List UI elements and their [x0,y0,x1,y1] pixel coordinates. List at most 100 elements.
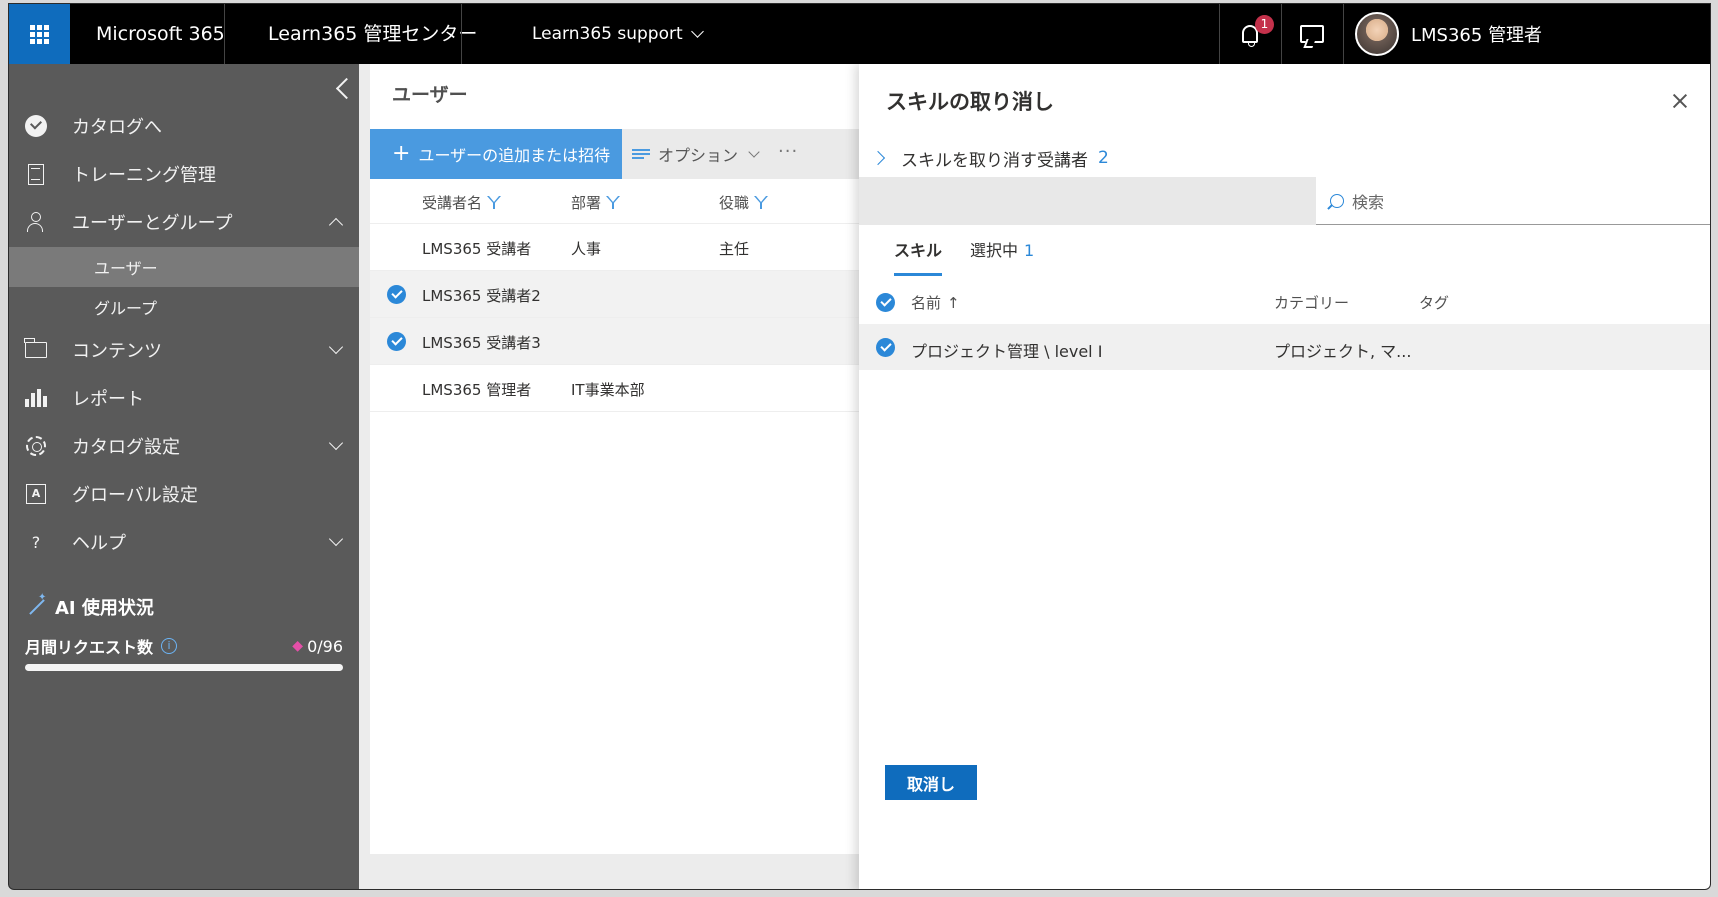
column-header-name[interactable]: 名前 ↑ [911,292,960,313]
column-header-department[interactable]: 部署 [571,192,621,213]
waffle-icon [30,24,49,44]
folder-icon [24,338,47,361]
revoke-skill-panel: スキルの取り消し スキルを取り消す受講者 2 検索 スキル 選択中 1 名前 ↑ [859,64,1710,889]
user-menu[interactable]: LMS365 管理者 [1355,4,1542,64]
divider [224,4,225,64]
sidebar-item-global-settings[interactable]: A グローバル設定 [9,470,359,518]
table-row[interactable]: プロジェクト管理 \ level I プロジェクト, マ... [859,324,1710,370]
monthly-requests-count: 0/96 [307,636,343,656]
tab-label: スキル [894,241,943,260]
learners-expander[interactable]: スキルを取り消す受講者 2 [867,144,1109,172]
chevron-down-icon [328,531,344,547]
skills-table-header: 名前 ↑ カテゴリー タグ [859,279,1710,324]
sidebar-item-label: ヘルプ [72,533,126,554]
info-icon[interactable]: i [161,638,178,654]
options-label: オプション [658,146,739,165]
column-label: 部署 [571,194,602,212]
column-header-category[interactable]: カテゴリー [1274,292,1349,313]
search-input[interactable]: 検索 [1316,177,1710,225]
chevron-down-icon [690,25,704,38]
list-icon [632,148,650,160]
sidebar-item-training[interactable]: トレーニング管理 [9,150,359,198]
checkmark-icon[interactable] [387,332,406,351]
chevron-up-icon [328,217,344,233]
filter-icon [487,196,502,209]
learners-label: スキルを取り消す受講者 [901,150,1088,171]
divider [1343,4,1344,64]
table-row[interactable]: LMS365 受講者3 [370,318,859,365]
column-label: 受講者名 [422,194,483,212]
table-row[interactable]: LMS365 受講者 人事 主任 [370,224,859,271]
sidebar-item-label: コンテンツ [72,341,162,362]
command-bar: + ユーザーの追加または招待 オプション ··· [370,129,859,179]
global-settings-icon: A [25,483,47,505]
search-icon [1330,193,1344,208]
sidebar-item-users-groups[interactable]: ユーザーとグループ [9,198,359,246]
checkmark-icon[interactable] [387,285,406,304]
circle-check-icon [25,115,47,137]
select-all-checkmark-icon[interactable] [876,293,895,312]
cell-category: プロジェクト, マ... [1274,342,1412,361]
gem-icon: ◆ [292,638,304,654]
notifications-button[interactable]: 1 [1219,4,1281,64]
table-row[interactable]: LMS365 管理者 IT事業本部 [370,365,859,412]
sidebar-item-label: グループ [94,299,158,318]
sidebar-item-label: カタログへ [72,117,162,138]
tab-selected[interactable]: 選択中 1 [970,236,1034,276]
cell-name: LMS365 受講者 [422,240,532,258]
sidebar-item-content[interactable]: コンテンツ [9,326,359,374]
table-row[interactable]: LMS365 受講者2 [370,271,859,318]
divider [461,4,462,64]
magic-wand-icon [25,592,47,618]
close-icon[interactable] [1671,92,1689,110]
filter-icon [754,196,769,209]
add-user-label: ユーザーの追加または招待 [418,146,611,165]
search-bar: 検索 [859,177,1710,225]
sidebar-item-help[interactable]: ? ヘルプ [9,518,359,566]
column-header-name[interactable]: 受講者名 [422,192,502,213]
app-launcher-button[interactable] [9,4,70,64]
bar-chart-icon [25,387,47,409]
cell-skill-name: プロジェクト管理 \ level I [911,342,1103,361]
add-user-button[interactable]: + ユーザーの追加または招待 [370,129,622,179]
column-header-tags[interactable]: タグ [1419,292,1449,313]
usage-progress-bar [25,664,343,671]
column-label: 役職 [719,194,750,212]
tab-skills[interactable]: スキル [894,236,943,276]
cell-name: LMS365 管理者 [422,381,532,399]
chevron-down-icon [748,146,760,158]
admin-center-title[interactable]: Learn365 管理センター [268,4,477,64]
sidebar-item-label: ユーザーとグループ [72,213,233,234]
sidebar-item-label: グローバル設定 [72,485,198,506]
panel-tabs: スキル 選択中 1 [894,236,1034,276]
avatar [1355,12,1399,56]
sidebar-item-catalog-settings[interactable]: カタログ設定 [9,422,359,470]
cell-department: IT事業本部 [571,381,645,399]
column-label: 名前 [911,294,942,312]
revoke-button[interactable]: 取消し [885,765,977,800]
user-name: LMS365 管理者 [1411,25,1543,46]
sidebar-item-catalog[interactable]: カタログへ [9,102,359,150]
help-icon: ? [31,532,41,552]
table-header: 受講者名 部署 役職 [370,179,859,224]
sidebar-item-reports[interactable]: レポート [9,374,359,422]
people-icon [25,211,47,233]
column-header-role[interactable]: 役職 [719,192,769,213]
feedback-icon [1300,25,1324,43]
tab-count: 1 [1024,241,1035,260]
brand-name[interactable]: Microsoft 365 [96,4,225,64]
sidebar-item-groups[interactable]: グループ [9,287,359,327]
sidebar: カタログへ トレーニング管理 ユーザーとグループ ユーザー グループ コンテンツ… [9,64,359,889]
sidebar-item-users[interactable]: ユーザー [9,247,359,287]
more-options-button[interactable]: ··· [778,129,798,179]
ai-usage-label: AI 使用状況 [55,598,154,619]
feedback-button[interactable] [1281,4,1343,64]
options-button[interactable]: オプション [632,129,760,179]
collapse-sidebar-button[interactable] [329,72,357,104]
search-placeholder: 検索 [1352,192,1385,212]
app-window: Microsoft 365 Learn365 管理センター Learn365 s… [8,3,1711,890]
checkmark-icon[interactable] [876,338,895,357]
chevron-right-icon [870,150,886,166]
gear-icon [25,435,47,457]
tenant-selector[interactable]: Learn365 support [532,4,704,64]
